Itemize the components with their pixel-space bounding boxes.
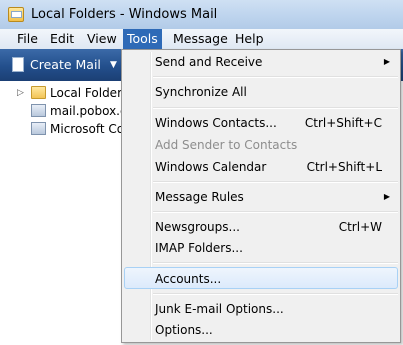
server-icon (31, 104, 46, 117)
tools-menu-dropdown: Send and Receive ▶ Synchronize All Windo… (121, 49, 401, 343)
menu-message[interactable]: Message (170, 29, 231, 49)
menu-item-send-and-receive[interactable]: Send and Receive ▶ (124, 51, 398, 73)
menu-item-windows-contacts[interactable]: Windows Contacts... Ctrl+Shift+C (124, 112, 398, 134)
server-icon (31, 122, 46, 135)
menu-separator (153, 262, 398, 264)
menu-item-shortcut: Ctrl+W (338, 220, 382, 234)
menu-item-options[interactable]: Options... (124, 319, 398, 341)
menu-view[interactable]: View (84, 29, 120, 49)
menu-item-shortcut: Ctrl+Shift+L (306, 160, 382, 174)
menu-item-label: Message Rules (155, 190, 244, 204)
menu-separator (153, 76, 398, 78)
menu-edit[interactable]: Edit (47, 29, 77, 49)
menu-tools[interactable]: Tools (123, 29, 162, 49)
menu-file[interactable]: File (14, 29, 41, 49)
title-bar: Local Folders - Windows Mail (0, 0, 403, 29)
menu-separator (153, 107, 398, 109)
menu-separator (153, 211, 398, 213)
folder-label: Local Folders (50, 86, 129, 100)
menu-item-label: Accounts... (155, 272, 222, 286)
folder-pane: ▷ Local Folders mail.pobox.co Microsoft … (0, 81, 134, 345)
menu-item-label: Add Sender to Contacts (155, 138, 298, 152)
menu-separator (153, 293, 398, 295)
menu-item-synchronize-all[interactable]: Synchronize All (124, 81, 398, 103)
menu-item-label: Windows Contacts... (155, 116, 277, 130)
menu-item-newsgroups[interactable]: Newsgroups... Ctrl+W (124, 216, 398, 238)
menu-item-label: Junk E-mail Options... (155, 302, 284, 316)
submenu-arrow-icon: ▶ (383, 192, 390, 201)
menu-bar: File Edit View Tools Message Help (0, 29, 403, 49)
expand-arrow-icon[interactable]: ▷ (17, 84, 24, 102)
menu-item-message-rules[interactable]: Message Rules ▶ (124, 186, 398, 208)
menu-item-accounts[interactable]: Accounts... (124, 267, 398, 289)
create-mail-button[interactable]: Create Mail ▼ (10, 54, 117, 76)
menu-item-add-sender-to-contacts: Add Sender to Contacts (124, 134, 398, 156)
menu-item-imap-folders[interactable]: IMAP Folders... (124, 237, 398, 259)
menu-item-label: Windows Calendar (155, 160, 267, 174)
window-title: Local Folders - Windows Mail (31, 7, 218, 22)
windows-mail-icon (8, 7, 24, 22)
submenu-arrow-icon: ▶ (383, 57, 390, 66)
menu-item-label: Send and Receive (155, 55, 263, 69)
menu-item-label: IMAP Folders... (155, 241, 243, 255)
folder-label: Microsoft Co (50, 122, 125, 136)
menu-help[interactable]: Help (232, 29, 267, 49)
create-mail-label: Create Mail (30, 57, 101, 72)
menu-item-label: Newsgroups... (155, 220, 240, 234)
menu-separator (153, 181, 398, 183)
menu-item-windows-calendar[interactable]: Windows Calendar Ctrl+Shift+L (124, 156, 398, 178)
menu-item-label: Synchronize All (155, 85, 247, 99)
chevron-down-icon[interactable]: ▼ (110, 54, 117, 76)
menu-item-shortcut: Ctrl+Shift+C (304, 116, 382, 130)
new-mail-icon (12, 57, 24, 72)
folder-icon (31, 86, 46, 99)
menu-item-junk-email-options[interactable]: Junk E-mail Options... (124, 298, 398, 320)
menu-item-label: Options... (155, 323, 213, 337)
